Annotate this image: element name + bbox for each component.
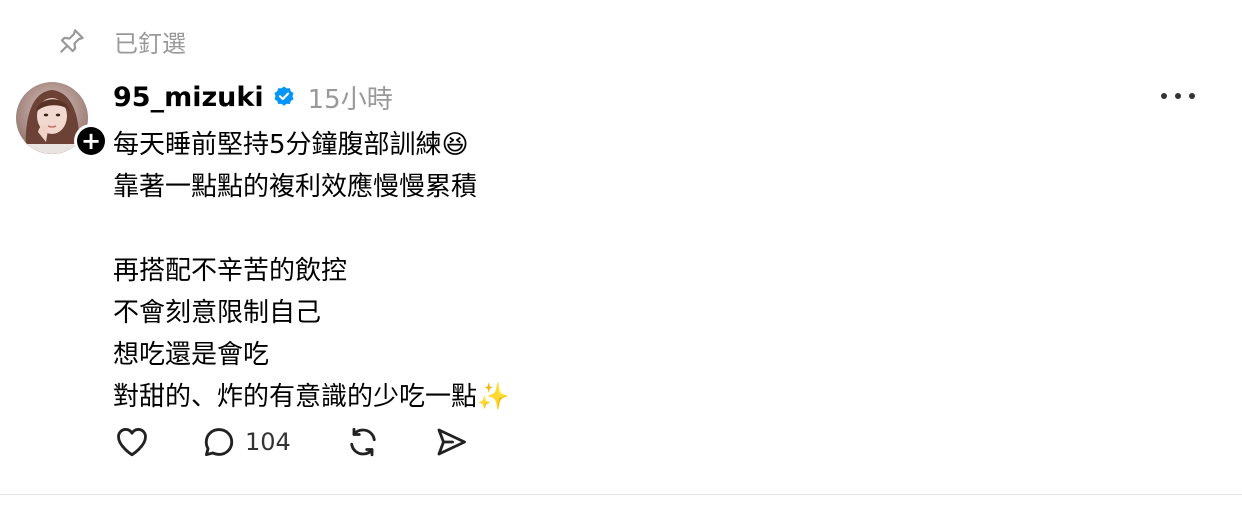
post-line: 對甜的、炸的有意識的少吃一點✨ xyxy=(113,382,510,412)
post-body: 每天睡前堅持5分鐘腹部訓練😆 靠著一點點的複利效應慢慢累積 再搭配不辛苦的飲控 … xyxy=(113,124,509,418)
comment-icon xyxy=(204,428,234,457)
post-line: 再搭配不辛苦的飲控 xyxy=(113,256,348,286)
more-options-button[interactable] xyxy=(1156,82,1200,110)
post-actions: 104 xyxy=(113,420,469,464)
follow-button[interactable]: + xyxy=(74,124,108,158)
plus-icon: + xyxy=(77,127,105,155)
share-button[interactable] xyxy=(433,420,469,464)
send-icon xyxy=(437,428,466,456)
repost-button[interactable] xyxy=(345,420,381,464)
avatar-container[interactable]: + xyxy=(16,82,108,158)
reply-count: 104 xyxy=(245,428,291,456)
post-divider xyxy=(0,494,1242,495)
post-paragraph: 每天睡前堅持5分鐘腹部訓練😆 靠著一點點的複利效應慢慢累積 xyxy=(113,124,509,208)
more-options-icon xyxy=(1161,93,1195,99)
post-line: 靠著一點點的複利效應慢慢累積 xyxy=(113,172,478,202)
post-paragraph: 再搭配不辛苦的飲控 不會刻意限制自己 想吃還是會吃 對甜的、炸的有意識的少吃一點… xyxy=(113,250,509,418)
verified-badge-icon xyxy=(272,85,296,109)
post-line: 想吃還是會吃 xyxy=(113,340,270,370)
repost-icon xyxy=(350,427,376,457)
heart-icon xyxy=(117,427,147,457)
username[interactable]: 95_mizuki xyxy=(113,82,264,113)
pinned-label: 已釘選 xyxy=(114,29,186,58)
post-line: 不會刻意限制自己 xyxy=(113,298,322,328)
pinned-indicator: 已釘選 xyxy=(56,24,186,58)
post-line: 每天睡前堅持5分鐘腹部訓練😆 xyxy=(113,130,469,160)
reply-button[interactable]: 104 xyxy=(201,420,291,464)
post-time: 15小時 xyxy=(307,84,393,115)
post-header: 95_mizuki 15小時 xyxy=(113,76,393,118)
pin-icon xyxy=(56,25,88,57)
like-button[interactable] xyxy=(113,420,151,464)
